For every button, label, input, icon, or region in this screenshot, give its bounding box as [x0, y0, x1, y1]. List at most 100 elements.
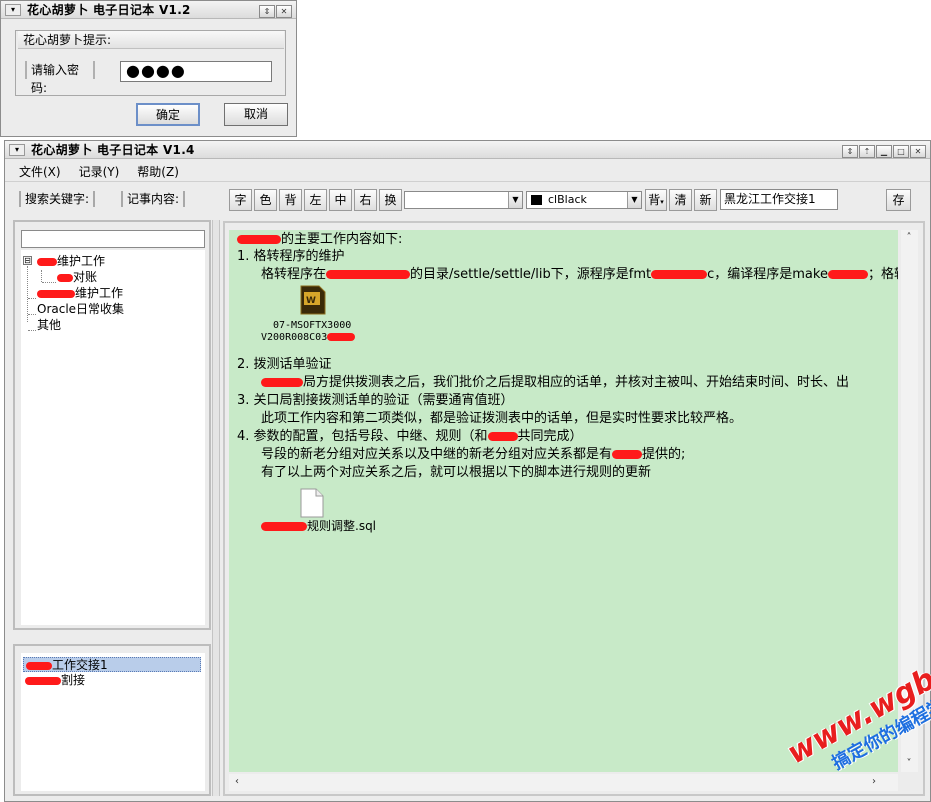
background-button[interactable]: 背 — [279, 189, 302, 211]
tree-node-oracle[interactable]: Oracle日常收集 — [37, 301, 124, 317]
scroll-up-icon[interactable]: ˄ — [901, 230, 917, 246]
close-icon[interactable]: ✕ — [910, 145, 926, 158]
editor-text: 4. 参数的配置，包括号段、中继、规则（和 — [237, 429, 488, 444]
list-item[interactable]: 工作交接1 — [23, 657, 201, 672]
tree-search-input[interactable] — [21, 230, 205, 248]
collapse-icon[interactable]: ⊟ — [23, 256, 32, 265]
redaction-mark — [261, 378, 303, 387]
align-right-button[interactable]: 右 — [354, 189, 377, 211]
tree-node-maintenance[interactable]: 维护工作 — [37, 253, 105, 269]
attachment-caption-text: 规则调整.sql — [307, 519, 377, 533]
editor-text: 提供的; — [642, 447, 686, 462]
editor-text: 的主要工作内容如下: — [281, 232, 403, 247]
scroll-right-icon[interactable]: › — [866, 774, 882, 790]
redaction-mark — [37, 289, 75, 298]
menu-record[interactable]: 记录(Y) — [79, 163, 120, 180]
restore-icon[interactable]: ⇕ — [259, 5, 275, 18]
tree-connector — [28, 330, 36, 331]
editor-text: ；格转程 — [867, 267, 898, 282]
save-button[interactable]: 存 — [886, 189, 911, 211]
editor-line: 4. 参数的配置，包括号段、中继、规则（和 共同完成） — [237, 428, 583, 446]
editor-text: c，编译程序是make — [707, 267, 828, 282]
scroll-down-icon[interactable]: ˅ — [901, 756, 917, 772]
search-keyword-label: 搜索关键字: — [19, 191, 96, 207]
rich-text-editor[interactable]: 的主要工作内容如下: 1. 格转程序的维护 格转程序在 的目录/settle/se… — [229, 230, 898, 772]
entry-list-panel: 工作交接1 割接 — [13, 644, 211, 796]
redaction-mark — [326, 270, 411, 279]
align-left-button[interactable]: 左 — [304, 189, 327, 211]
main-titlebar: ▾ 花心胡萝卜 电子日记本 V1.4 ⇕ ⇡ ▁ □ ✕ — [5, 141, 930, 159]
menu-help[interactable]: 帮助(Z) — [137, 163, 179, 180]
align-center-button[interactable]: 中 — [329, 189, 352, 211]
tree-connector — [42, 282, 56, 283]
list-item-label: 工作交接1 — [52, 658, 108, 672]
editor-frame: 的主要工作内容如下: 1. 格转程序的维护 格转程序在 的目录/settle/se… — [223, 221, 925, 796]
shade-icon[interactable]: ⇡ — [859, 145, 875, 158]
font-button[interactable]: 字 — [229, 189, 252, 211]
editor-text: 局方提供拨测表之后，我们批价之后提取相应的话单，并核对主被叫、开始结束时间、时长… — [303, 375, 850, 390]
prompt-group-title: 花心胡萝卜提示: — [18, 31, 284, 49]
color-combo[interactable]: clBlack ▼ — [526, 191, 642, 209]
cancel-button[interactable]: 取消 — [224, 103, 288, 126]
minimize-icon[interactable]: ▁ — [876, 145, 892, 158]
tree-node-reconcile[interactable]: 对账 — [57, 269, 97, 285]
font-combo[interactable]: ▼ — [404, 191, 523, 209]
bg-dropdown-button[interactable]: 背▾ — [645, 189, 667, 211]
bg-dropdown-label: 背 — [648, 193, 661, 207]
clear-button[interactable]: 清 — [669, 189, 692, 211]
redaction-mark — [487, 432, 518, 441]
tree-node-maintenance-2[interactable]: 维护工作 — [37, 285, 123, 301]
wrap-button[interactable]: 换 — [379, 189, 402, 211]
redaction-mark — [37, 257, 57, 266]
close-icon[interactable]: ✕ — [276, 5, 292, 18]
password-label: 请输入密码: — [25, 61, 95, 95]
editor-line: 3. 关口局割接拨测话单的验证（需要通宵值班） — [237, 393, 514, 408]
tree-connector — [28, 298, 36, 299]
main-window: ▾ 花心胡萝卜 电子日记本 V1.4 ⇕ ⇡ ▁ □ ✕ 文件(X) 记录(Y) 帮助(… — [4, 140, 931, 802]
editor-line: 此项工作内容和第二项类似，都是验证拨测表中的话单，但是实时性要求比较严格。 — [261, 411, 743, 426]
tree-connector — [28, 314, 36, 315]
list-item[interactable]: 割接 — [23, 673, 201, 688]
redaction-mark — [327, 333, 356, 341]
login-window: ▾ 花心胡萝卜 电子日记本 V1.2 ⇕ ✕ 花心胡萝卜提示: 请输入密码: ●●… — [0, 0, 297, 137]
editor-line: 号段的新老分组对应关系以及中继的新老分组对应关系都是有 提供的; — [261, 446, 685, 464]
chevron-down-icon[interactable]: ▼ — [508, 192, 522, 208]
category-panel: ⊟ 维护工作 对账 维护工作 Oracle日常收集 其他 — [13, 220, 211, 630]
scroll-left-icon[interactable]: ‹ — [229, 774, 245, 790]
password-field[interactable]: ●●●● — [120, 61, 272, 82]
restore-icon[interactable]: ⇕ — [842, 145, 858, 158]
new-button[interactable]: 新 — [694, 189, 717, 211]
editor-line: 格转程序在 的目录/settle/settle/lib下，源程序是fmt c，编译程… — [261, 266, 898, 284]
chevron-down-icon[interactable]: ▼ — [627, 192, 641, 208]
horizontal-scrollbar[interactable]: ‹ › — [229, 774, 898, 791]
attachment-caption-text: V200R008C03 — [261, 332, 328, 343]
list-item-label: 割接 — [61, 673, 86, 687]
color-swatch — [531, 195, 542, 205]
tree-node-label: 对账 — [73, 270, 98, 284]
category-tree: ⊟ 维护工作 对账 维护工作 Oracle日常收集 其他 — [21, 250, 205, 625]
content-label: 记事内容: — [121, 191, 186, 207]
menu-bar: 文件(X) 记录(Y) 帮助(Z) — [5, 162, 930, 182]
vertical-scrollbar[interactable]: ˄ ˅ — [901, 230, 918, 772]
color-button[interactable]: 色 — [254, 189, 277, 211]
window-menu-icon[interactable]: ▾ — [9, 143, 25, 156]
editor-line: 1. 格转程序的维护 — [237, 249, 345, 264]
editor-line: 2. 拨测话单验证 — [237, 357, 332, 372]
word-document-icon[interactable]: W — [297, 284, 329, 319]
menu-file[interactable]: 文件(X) — [19, 163, 61, 180]
window-menu-icon[interactable]: ▾ — [5, 3, 21, 16]
panel-splitter[interactable] — [212, 220, 220, 796]
redaction-mark — [57, 273, 73, 282]
entry-list: 工作交接1 割接 — [21, 653, 205, 791]
editor-line: 局方提供拨测表之后，我们批价之后提取相应的话单，并核对主被叫、开始结束时间、时长… — [261, 374, 849, 392]
maximize-icon[interactable]: □ — [893, 145, 909, 158]
tree-node-other[interactable]: 其他 — [37, 317, 61, 333]
login-title: 花心胡萝卜 电子日记本 V1.2 — [27, 3, 191, 17]
main-title: 花心胡萝卜 电子日记本 V1.4 — [31, 143, 195, 157]
ok-button[interactable]: 确定 — [136, 103, 200, 126]
color-combo-value: clBlack — [548, 193, 587, 206]
entry-title-field[interactable]: 黑龙江工作交接1 — [720, 189, 838, 210]
tree-node-label: 维护工作 — [57, 254, 106, 268]
redaction-mark — [261, 522, 307, 531]
editor-line: 的主要工作内容如下: — [237, 231, 402, 249]
